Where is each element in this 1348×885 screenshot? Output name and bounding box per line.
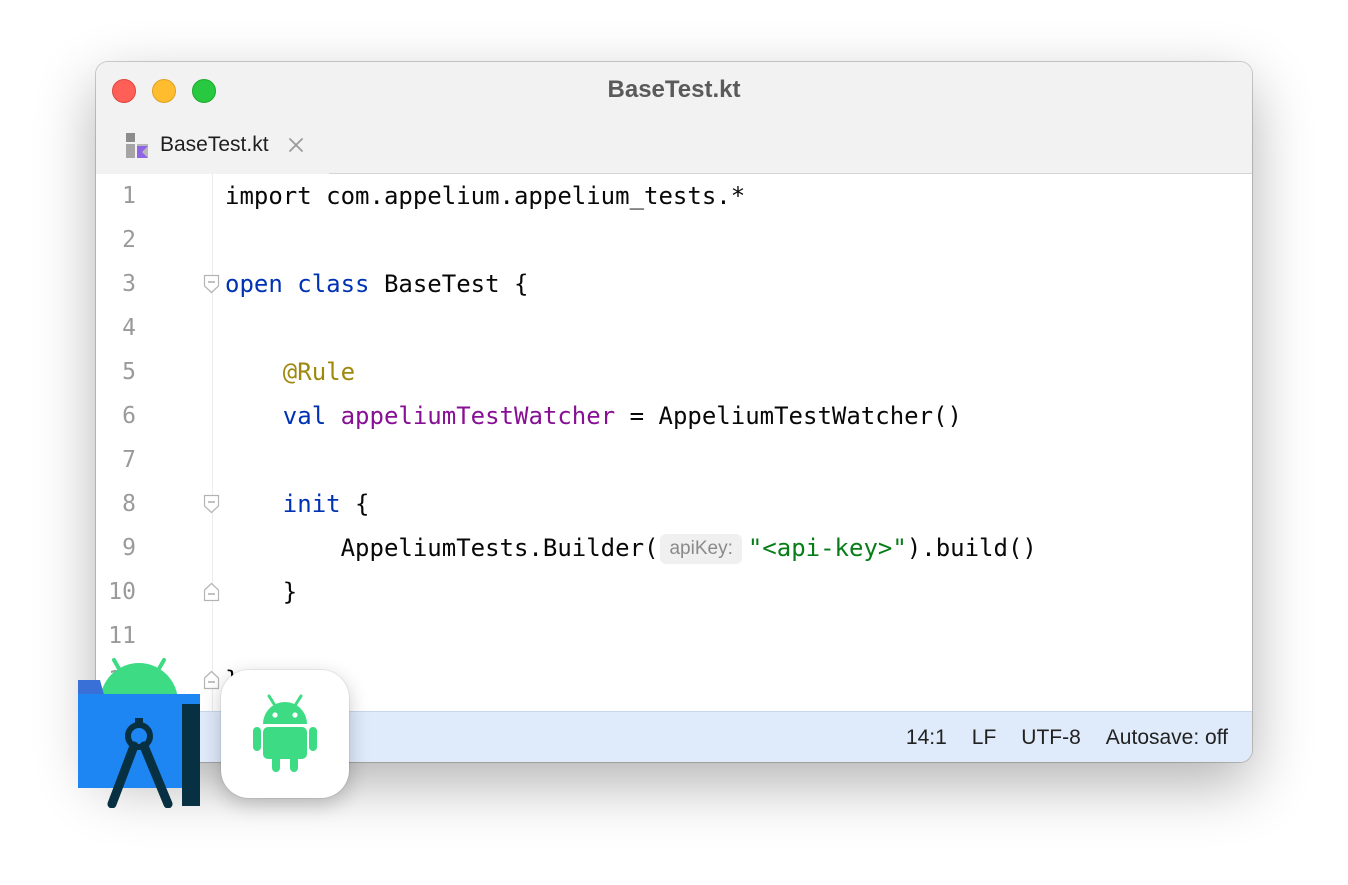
code-token: class [297,270,370,298]
line-number: 6 [122,403,136,429]
editor-window: BaseTest.kt BaseTest.kt 1 import com.appe… [96,62,1252,762]
line-number: 7 [122,447,136,473]
fold-start-icon[interactable] [203,274,220,294]
code-token: BaseTest { [369,270,529,298]
file-encoding[interactable]: UTF-8 [1021,726,1081,750]
line-number: 9 [122,535,136,561]
code-text: val appeliumTestWatcher = AppeliumTestWa… [225,394,962,438]
line-number: 8 [122,491,136,517]
code-text: open class BaseTest { [225,262,528,306]
code-line[interactable]: 3 open class BaseTest { [96,262,1252,306]
code-line[interactable]: 9 AppeliumTests.Builder(apiKey: "<api-key… [96,526,1252,570]
code-token: appeliumTestWatcher [340,402,616,430]
code-token: ).build() [906,534,1037,562]
code-line[interactable]: 2 [96,218,1252,262]
autosave-status[interactable]: Autosave: off [1106,726,1228,750]
line-number: 5 [122,359,136,385]
code-line[interactable]: 4 [96,306,1252,350]
line-number: 2 [122,227,136,253]
code-line[interactable]: 7 [96,438,1252,482]
parameter-hint: apiKey: [660,534,742,564]
close-tab-icon[interactable] [287,136,305,154]
code-token: init [282,490,341,518]
code-token: { [340,490,370,518]
window-title: BaseTest.kt [607,76,741,103]
code-text: } [225,570,297,614]
code-token: open [225,270,283,298]
code-token: "<api-key>" [747,534,907,562]
line-number: 11 [108,623,136,649]
fold-end-icon[interactable] [203,582,220,602]
code-line[interactable]: 10 } [96,570,1252,614]
android-app-icon [221,670,349,798]
kotlin-file-icon [126,133,148,158]
line-number: 10 [108,579,136,605]
code-line[interactable]: 5 @Rule [96,350,1252,394]
code-text: AppeliumTests.Builder(apiKey: "<api-key>"… [225,526,1037,570]
code-line[interactable]: 1 import com.appelium.appelium_tests.* [96,174,1252,218]
code-editor[interactable]: 1 import com.appelium.appelium_tests.* 2 3 o… [96,174,1252,711]
line-ending[interactable]: LF [972,726,997,750]
tab-bar: BaseTest.kt [96,118,1252,174]
android-robot-icon [253,694,317,772]
code-text: init { [225,482,370,526]
tab-label: BaseTest.kt [160,133,269,156]
code-line[interactable]: 8 init { [96,482,1252,526]
code-token: = AppeliumTestWatcher() [615,402,962,430]
android-studio-icon [78,658,200,808]
tab-basetest-kt[interactable]: BaseTest.kt [96,118,329,174]
code-token: } [225,578,298,606]
title-bar: BaseTest.kt [96,62,1252,118]
line-number: 1 [122,183,136,209]
code-line[interactable]: 6 val appeliumTestWatcher = AppeliumTest… [96,394,1252,438]
caret-position[interactable]: 14:1 [906,726,947,750]
fold-start-icon[interactable] [203,494,220,514]
code-line[interactable]: 11 [96,614,1252,658]
line-number: 3 [122,271,136,297]
code-token: val [282,402,327,430]
code-token: import com.appelium.appelium_tests.* [225,182,746,210]
code-text: import com.appelium.appelium_tests.* [225,174,745,218]
code-token: @Rule [282,358,356,386]
line-number: 4 [122,315,136,341]
fold-end-icon[interactable] [203,670,220,690]
code-token: AppeliumTests.Builder( [225,534,659,562]
code-text: @Rule [225,350,355,394]
